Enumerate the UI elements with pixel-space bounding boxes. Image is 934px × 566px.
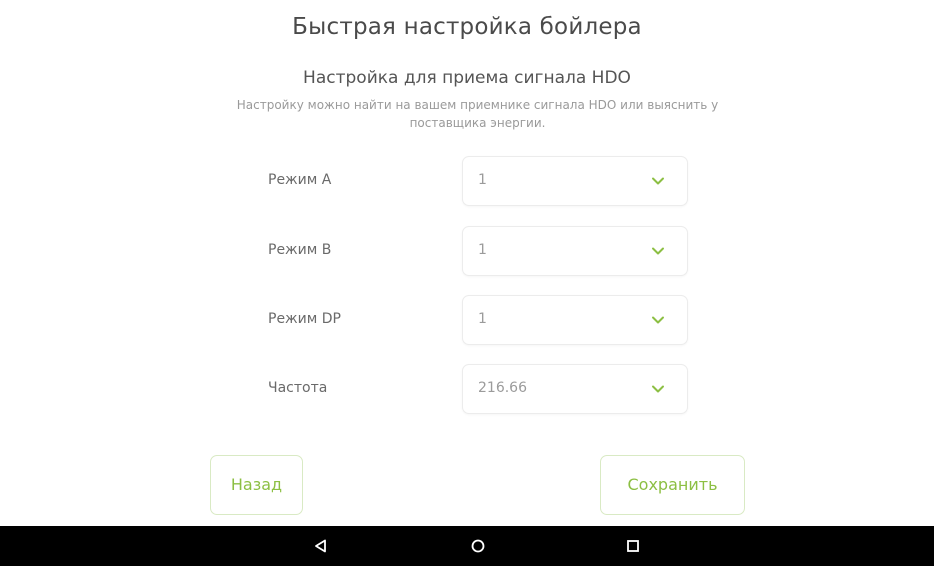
boiler-quick-setup-screen: Быстрая настройка бойлера Настройка для … (0, 0, 934, 526)
mode-b-select-value: 1 (478, 242, 487, 258)
recents-icon[interactable] (625, 538, 641, 554)
home-icon[interactable] (470, 538, 486, 554)
chevron-down-icon (652, 316, 664, 324)
mode-b-select[interactable]: 1 (462, 226, 688, 276)
field-row-mode-a: Режим A 1 (0, 156, 934, 206)
field-label-mode-a: Режим A (268, 172, 332, 188)
field-row-mode-dp: Режим DP 1 (0, 295, 934, 345)
mode-a-select-value: 1 (478, 172, 487, 188)
chevron-down-icon (652, 247, 664, 255)
back-button[interactable]: Назад (210, 455, 303, 515)
mode-dp-select-value: 1 (478, 311, 487, 327)
section-hint: Настройку можно найти на вашем приемнике… (236, 98, 719, 130)
field-label-mode-dp: Режим DP (268, 311, 342, 327)
field-row-mode-b: Режим B 1 (0, 226, 934, 276)
section-subtitle: Настройка для приема сигнала HDO (303, 68, 631, 88)
field-row-frequency: Частота 216.66 (0, 364, 934, 414)
field-label-frequency: Частота (268, 380, 328, 396)
chevron-down-icon (652, 177, 664, 185)
frequency-select[interactable]: 216.66 (462, 364, 688, 414)
mode-dp-select[interactable]: 1 (462, 295, 688, 345)
page-title: Быстрая настройка бойлера (292, 14, 642, 40)
frequency-select-value: 216.66 (478, 380, 527, 396)
android-navigation-bar (0, 526, 934, 566)
back-icon[interactable] (313, 538, 329, 554)
save-button[interactable]: Сохранить (600, 455, 745, 515)
field-label-mode-b: Режим B (268, 242, 332, 258)
chevron-down-icon (652, 385, 664, 393)
mode-a-select[interactable]: 1 (462, 156, 688, 206)
